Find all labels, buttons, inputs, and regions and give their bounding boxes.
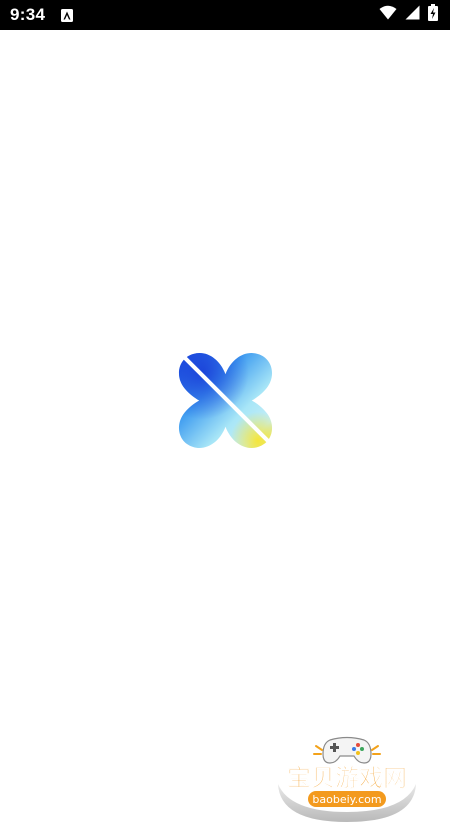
android-auto-notification-icon [61,8,74,22]
status-icons [379,4,438,26]
battery-charging-icon [428,4,438,26]
status-bar: 9:34 [0,0,450,30]
wifi-icon [379,5,397,25]
watermark-brand: 宝贝游戏网 [287,764,407,792]
watermark-logo: 宝贝游戏网 baobeiy.com [272,736,422,826]
splash-screen: 宝贝游戏网 baobeiy.com [0,30,450,822]
cell-signal-icon [405,5,420,25]
app-logo-icon [175,350,276,451]
status-time: 9:34 [10,5,46,24]
gamepad-icon [322,736,372,764]
